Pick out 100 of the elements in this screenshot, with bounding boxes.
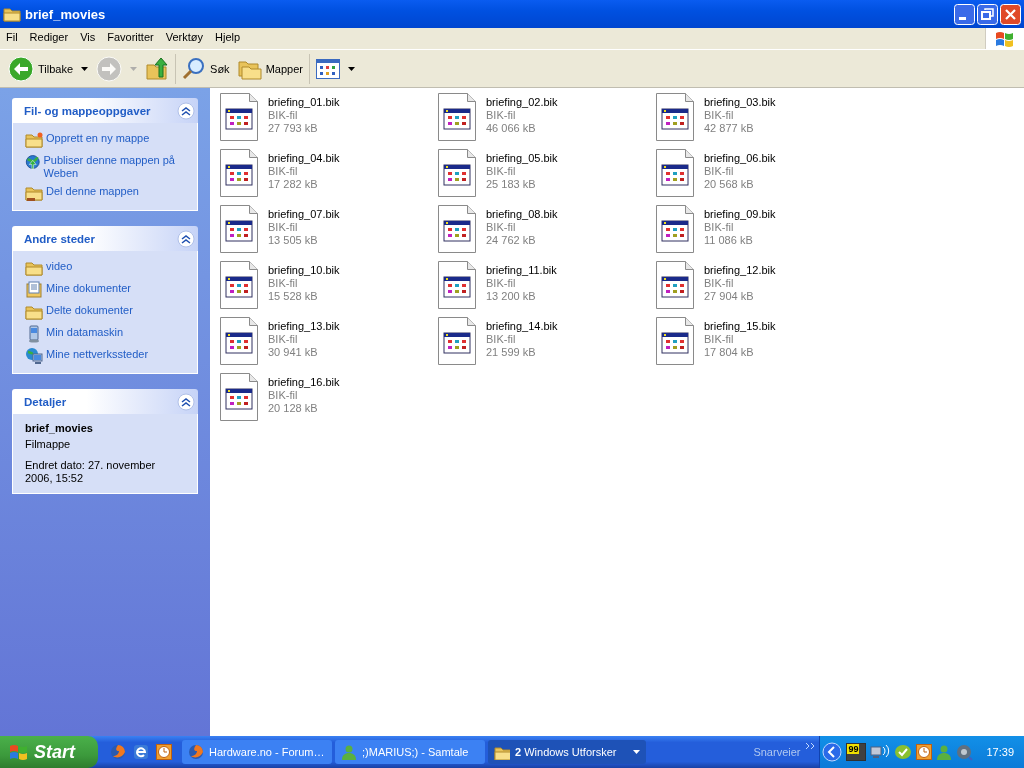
file-item[interactable]: briefing_08.bik BIK-fil 24 762 kB	[438, 205, 656, 261]
file-size: 30 941 kB	[268, 346, 319, 359]
file-item[interactable]: briefing_01.bik BIK-fil 27 793 kB	[220, 93, 438, 149]
menu-item[interactable]: Verktøy	[159, 28, 209, 49]
taskbar-button[interactable]: ;)MARIUS;) - Samtale	[335, 740, 485, 764]
file-type: BIK-fil	[486, 277, 517, 290]
browser-globe-icon[interactable]	[110, 744, 126, 760]
file-type: BIK-fil	[486, 165, 517, 178]
task-link[interactable]: video	[46, 259, 73, 273]
back-button[interactable]: Tilbake	[4, 52, 93, 85]
folder-type: Filmappe	[25, 438, 72, 451]
task-link[interactable]: Min datamaskin	[46, 325, 124, 339]
file-size: 42 877 kB	[704, 122, 755, 135]
globe-icon	[25, 153, 41, 171]
video-file-icon	[656, 149, 694, 197]
file-size: 13 505 kB	[268, 234, 319, 247]
file-size: 25 183 kB	[486, 178, 537, 191]
file-type: BIK-fil	[268, 109, 299, 122]
clock-time: 17:39	[986, 746, 1014, 758]
file-item[interactable]: briefing_07.bik BIK-fil 13 505 kB	[220, 205, 438, 261]
file-name: briefing_13.bik	[268, 320, 340, 333]
taskbar-button[interactable]: 2 Windows Utforsker	[488, 740, 646, 764]
file-type: BIK-fil	[704, 333, 735, 346]
video-file-icon	[656, 205, 694, 253]
file-size: 24 762 kB	[486, 234, 537, 247]
panel-header[interactable]: Detaljer	[12, 389, 198, 414]
menu-item[interactable]: Favoritter	[101, 28, 160, 49]
task-link[interactable]: Delte dokumenter	[46, 303, 133, 317]
file-type: BIK-fil	[704, 165, 735, 178]
task-link[interactable]: Del denne mappen	[46, 184, 139, 198]
menu-item[interactable]: Vis	[74, 28, 102, 49]
file-name: briefing_03.bik	[704, 96, 776, 109]
panel-header[interactable]: Fil- og mappeoppgaver	[12, 98, 198, 123]
video-file-icon	[438, 261, 476, 309]
file-type: BIK-fil	[486, 221, 517, 234]
file-type: BIK-fil	[486, 333, 517, 346]
file-name: briefing_04.bik	[268, 152, 340, 165]
caret-icon	[633, 750, 640, 754]
file-item[interactable]: briefing_14.bik BIK-fil 21 599 kB	[438, 317, 656, 373]
search-button[interactable]: Søk	[178, 52, 234, 85]
folder-icon	[3, 5, 21, 23]
file-item[interactable]: briefing_13.bik BIK-fil 30 941 kB	[220, 317, 438, 373]
task-link[interactable]: Mine dokumenter	[46, 281, 131, 295]
file-name: briefing_10.bik	[268, 264, 340, 277]
browser-e-icon[interactable]	[133, 744, 149, 760]
video-file-icon	[220, 205, 258, 253]
file-name: briefing_15.bik	[704, 320, 776, 333]
video-file-icon	[656, 93, 694, 141]
file-size: 27 904 kB	[704, 290, 755, 303]
task-link[interactable]: Mine nettverkssteder	[46, 347, 149, 361]
video-file-icon	[220, 93, 258, 141]
monitor-badge-icon[interactable]: 99	[846, 743, 867, 761]
check-bubble-icon[interactable]	[894, 743, 913, 761]
panel-header[interactable]: Andre steder	[12, 226, 198, 251]
taskbar-button[interactable]: Hardware.no - Forum…	[182, 740, 332, 764]
folder-icon	[25, 131, 43, 149]
file-size: 17 282 kB	[268, 178, 319, 191]
file-item[interactable]: briefing_02.bik BIK-fil 46 066 kB	[438, 93, 656, 149]
window-title: brief_movies	[25, 6, 107, 22]
video-file-icon	[656, 317, 694, 365]
file-type: BIK-fil	[704, 221, 735, 234]
documents-icon	[25, 281, 43, 299]
caret-icon	[81, 66, 89, 71]
file-name: briefing_12.bik	[704, 264, 776, 277]
shared-folder-icon	[25, 184, 43, 202]
toolbar-label: Snarveier	[753, 746, 801, 758]
file-item[interactable]: briefing_05.bik BIK-fil 25 183 kB	[438, 149, 656, 205]
windows-flag-icon	[8, 742, 30, 762]
file-item[interactable]: briefing_06.bik BIK-fil 20 568 kB	[656, 149, 874, 205]
file-item[interactable]: briefing_09.bik BIK-fil 11 086 kB	[656, 205, 874, 261]
file-type: BIK-fil	[268, 333, 299, 346]
close-icon[interactable]	[1000, 3, 1021, 25]
task-link[interactable]: Opprett en ny mappe	[46, 131, 150, 145]
double-chevron-icon[interactable]	[806, 743, 816, 751]
network-computer-icon	[25, 347, 43, 365]
file-item[interactable]: briefing_12.bik BIK-fil 27 904 kB	[656, 261, 874, 317]
task-link[interactable]: Publiser denne mappen på Weben	[43, 153, 189, 180]
file-item[interactable]: briefing_16.bik BIK-fil 20 128 kB	[220, 373, 438, 429]
file-item[interactable]: briefing_11.bik BIK-fil 13 200 kB	[438, 261, 656, 317]
menu-item[interactable]: Hjelp	[209, 28, 247, 49]
video-file-icon	[438, 317, 476, 365]
minimize-icon[interactable]	[954, 3, 975, 25]
menu-item[interactable]: Fil	[0, 28, 24, 49]
file-size: 15 528 kB	[268, 290, 319, 303]
file-item[interactable]: briefing_15.bik BIK-fil 17 804 kB	[656, 317, 874, 373]
caret-icon	[130, 66, 138, 71]
file-item[interactable]: briefing_03.bik BIK-fil 42 877 kB	[656, 93, 874, 149]
folder-up-arrow-icon	[145, 56, 170, 81]
clock-icon[interactable]	[156, 744, 172, 760]
file-item[interactable]: briefing_10.bik BIK-fil 15 528 kB	[220, 261, 438, 317]
speaker-icon[interactable]	[956, 743, 975, 761]
menu-item[interactable]: Rediger	[23, 28, 75, 49]
file-type: BIK-fil	[268, 277, 299, 290]
chevron-left-icon[interactable]	[822, 742, 843, 762]
modified-date: Endret dato: 27. november 2006, 15:52	[25, 459, 157, 485]
file-item[interactable]: briefing_04.bik BIK-fil 17 282 kB	[220, 149, 438, 205]
clock-icon[interactable]	[916, 744, 933, 760]
network-icon[interactable]	[870, 743, 891, 761]
folders-button[interactable]: Mapper	[233, 52, 307, 85]
restore-icon[interactable]	[977, 3, 998, 25]
